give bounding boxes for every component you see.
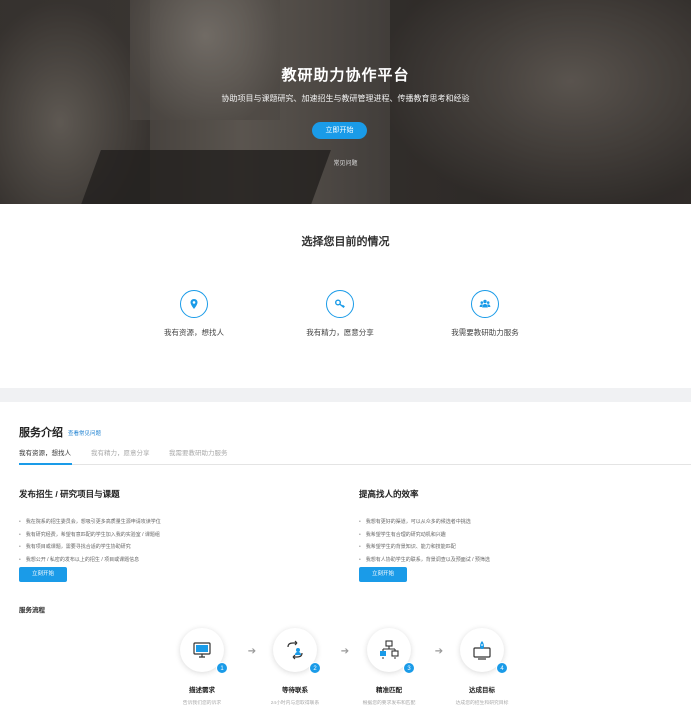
view-faq-link[interactable]: 查看常见问题	[68, 429, 101, 437]
list-item: 我有项目或课题，需要寻找合适的学生协助研究	[19, 541, 319, 554]
tab-willing-share[interactable]: 我有精力，愿意分享	[91, 447, 150, 457]
hero-banner: 教研助力协作平台 协助项目与课题研究、加速招生与教研管理进程、传播教育思考和经验…	[0, 0, 691, 204]
key-icon	[326, 290, 354, 318]
step-number: 4	[496, 662, 508, 674]
step-desc: 告诉我们您的诉求	[182, 701, 222, 706]
process-step-describe: 1 描述需求 告诉我们您的诉求	[167, 628, 237, 708]
list-item: 我希望学生有合理的研究动机和兴趣	[359, 529, 659, 542]
monitor-icon: 1	[180, 628, 228, 674]
efficiency-column: 提高找人的效率 我想有更好的渠道，可以从众多的候选者中挑选 我希望学生有合理的研…	[359, 488, 659, 582]
contact-icon: 2	[273, 628, 321, 674]
option-label: 我需要教研助力服务	[451, 328, 519, 337]
option-label: 我有精力，愿意分享	[306, 328, 374, 337]
step-number: 3	[403, 662, 415, 674]
step-desc: 根据您的要求发布和匹配	[362, 701, 416, 706]
arrow-right-icon: ➔	[434, 646, 444, 657]
feature-list: 我想有更好的渠道，可以从众多的候选者中挑选 我希望学生有合理的研究动机和兴趣 我…	[359, 516, 659, 566]
active-tab-indicator	[19, 463, 72, 465]
situation-section: 选择您目前的情况 我有资源，想找人 我有精力，愿意分享 我需要教研助力服务	[0, 204, 691, 388]
option-willing-share[interactable]: 我有精力，愿意分享	[280, 290, 400, 338]
option-need-service[interactable]: 我需要教研助力服务	[425, 290, 545, 338]
step-title: 描述需求	[189, 687, 215, 694]
rocket-screen-icon: 4	[460, 628, 508, 674]
faq-link[interactable]: 常见问题	[0, 158, 691, 167]
service-section: 服务介绍 查看常见问题 我有资源，想找人 我有精力，愿意分享 我需要教研助力服务…	[0, 402, 691, 727]
step-title: 精准匹配	[376, 687, 402, 694]
start-now-button[interactable]: 立即开始	[312, 122, 367, 139]
tab-have-resources[interactable]: 我有资源，想找人	[19, 447, 71, 457]
option-have-resources[interactable]: 我有资源，想找人	[134, 290, 254, 338]
tab-need-service[interactable]: 我需要教研助力服务	[169, 447, 228, 457]
location-pin-icon	[180, 290, 208, 318]
list-item: 我想公开 / 私密的发布以上的招生 / 项目或课题信息	[19, 554, 319, 567]
step-number: 2	[309, 662, 321, 674]
post-recruitment-column: 发布招生 / 研究项目与课题 我在院系的招生委员会，想吸引更多高质量生源申请攻读…	[19, 488, 319, 582]
hero-title: 教研助力协作平台	[281, 67, 410, 84]
list-item: 我有研究经费，希望有意匹配的学生加入我的实验室 / 课题组	[19, 529, 319, 542]
people-group-icon	[471, 290, 499, 318]
network-icon: 3	[367, 628, 415, 674]
process-step-match: 3 精准匹配 根据您的要求发布和匹配	[354, 628, 424, 708]
step-title: 等待联系	[282, 687, 308, 694]
list-item: 我在院系的招生委员会，想吸引更多高质量生源申请攻读学位	[19, 516, 319, 529]
step-desc: 24小时内与您取得联系	[270, 701, 320, 706]
feature-list: 我在院系的招生委员会，想吸引更多高质量生源申请攻读学位 我有研究经费，希望有意匹…	[19, 516, 319, 566]
process-step-wait: 2 等待联系 24小时内与您取得联系	[260, 628, 330, 708]
process-step-achieve: 4 达成目标 达成您的招生和研究目标	[447, 628, 517, 708]
service-tabs: 我有资源，想找人 我有精力，愿意分享 我需要教研助力服务	[19, 447, 691, 465]
column-title: 发布招生 / 研究项目与课题	[19, 489, 120, 499]
list-item: 我希望学生的背景知识、能力和技能匹配	[359, 541, 659, 554]
process-title: 服务流程	[19, 607, 45, 614]
hero-subtitle: 协助项目与课题研究、加速招生与教研管理进程、传播教育思考和经验	[221, 94, 470, 103]
list-item: 我想有更好的渠道，可以从众多的候选者中挑选	[359, 516, 659, 529]
step-title: 达成目标	[469, 687, 495, 694]
column-title: 提高找人的效率	[359, 489, 419, 499]
arrow-right-icon: ➔	[247, 646, 257, 657]
section-title: 选择您目前的情况	[301, 236, 390, 248]
list-item: 我想有人协助学生的联系，背景调查以及预面试 / 预筛选	[359, 554, 659, 567]
step-number: 1	[216, 662, 228, 674]
start-button-right[interactable]: 立刻开始	[359, 567, 407, 582]
step-desc: 达成您的招生和研究目标	[455, 701, 509, 706]
service-title: 服务介绍	[19, 427, 63, 439]
start-button-left[interactable]: 立刻开始	[19, 567, 67, 582]
arrow-right-icon: ➔	[340, 646, 350, 657]
option-label: 我有资源，想找人	[164, 328, 224, 337]
